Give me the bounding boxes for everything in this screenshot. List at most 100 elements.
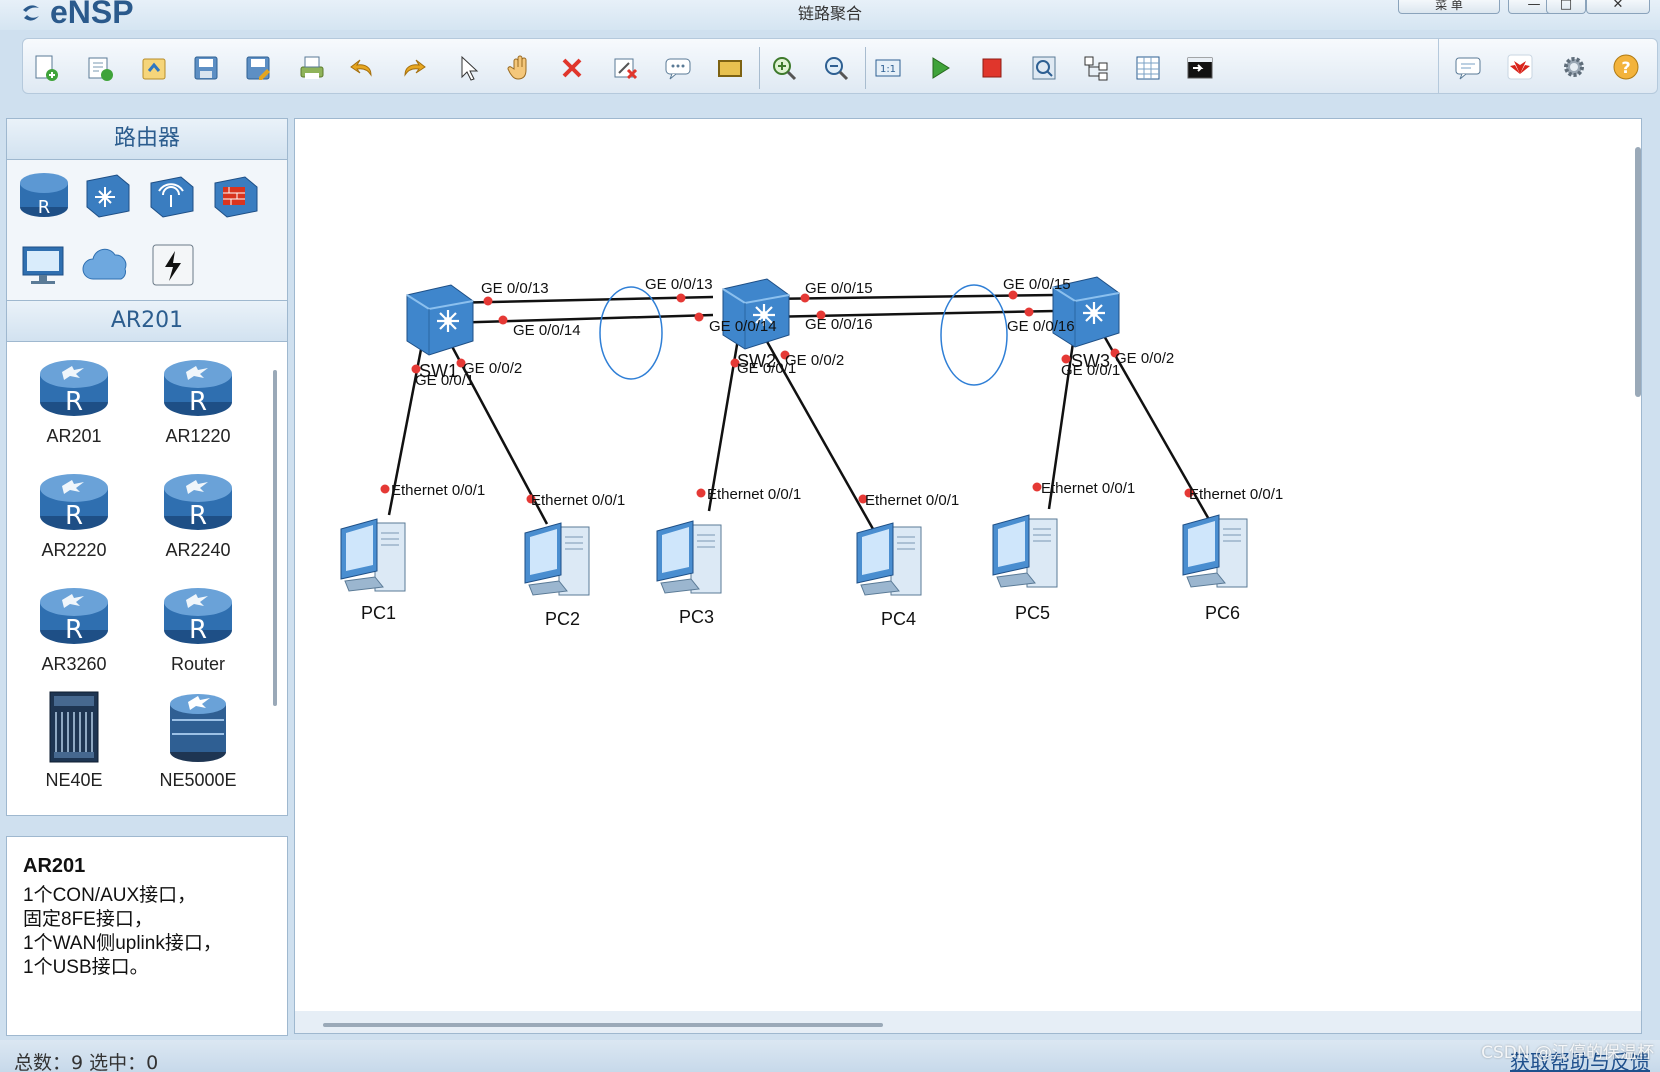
status-summary: 总数：9 选中：0 [14,1052,159,1072]
node-label: SW1 [419,361,458,381]
print-icon[interactable] [295,51,329,85]
show-grid-icon[interactable] [1131,51,1165,85]
save-icon[interactable] [189,51,223,85]
description-line: 固定8FE接口， [23,909,153,930]
zoom-out-icon[interactable] [819,51,853,85]
svg-text:R: R [38,197,51,218]
help-icon[interactable]: ? [1609,50,1643,84]
svg-text:R: R [189,387,207,417]
port-label: GE 0/0/2 [463,360,522,377]
save-as-icon[interactable] [241,51,275,85]
device-category-grid: R [6,160,288,300]
topology-tree-icon[interactable] [1079,51,1113,85]
switch-sw2[interactable] [721,277,791,351]
node-label: PC3 [679,607,714,627]
node-label: SW2 [737,351,776,371]
status-bar: 总数：9 选中：0 获取帮助与反馈 [0,1040,1660,1072]
canvas-horizontal-scrollbar[interactable] [323,1023,883,1027]
huawei-icon[interactable] [1503,50,1537,84]
svg-text:?: ? [1621,58,1630,77]
pc-pc3[interactable] [656,520,722,594]
router-icon: R [164,360,232,417]
category-header[interactable]: 路由器 [6,118,288,160]
title-bar: eNSP 链路聚合 菜 单 — □ ✕ [0,0,1660,30]
menu-button[interactable]: 菜 单 [1398,0,1500,14]
port-label: Ethernet 0/0/1 [391,482,485,499]
description-line: 1个WAN侧uplink接口， [23,933,222,954]
device-item[interactable]: R AR2240 [143,468,253,561]
device-item[interactable]: R AR3260 [19,582,129,675]
node-label: PC4 [881,609,916,629]
router-icon: R [40,588,108,645]
description-title: AR201 [23,855,86,877]
device-item[interactable]: R AR201 [19,354,129,447]
switch-sw1[interactable] [405,283,475,357]
capture-data-icon[interactable] [1027,51,1061,85]
firewall-category-icon[interactable] [207,166,265,224]
wlan-category-icon[interactable] [143,166,201,224]
select-pointer-icon[interactable] [451,51,485,85]
port-label: Ethernet 0/0/1 [1189,486,1283,503]
new-topology-icon[interactable] [29,51,63,85]
palette-rectangle-icon[interactable] [713,51,747,85]
device-item[interactable]: NE40E [19,690,129,791]
canvas-vertical-scrollbar[interactable] [1635,147,1641,397]
port-label: GE 0/0/16 [805,316,873,333]
port-label: Ethernet 0/0/1 [707,486,801,503]
eth-trunk-ellipse [940,284,1008,386]
port-label: Ethernet 0/0/1 [865,492,959,509]
topology-diagram: GE 0/0/13 GE 0/0/14 GE 0/0/13 GE 0/0/14 … [340,275,1283,629]
router-icon: R [40,474,108,531]
pc-pc2[interactable] [524,522,590,596]
port-label: GE 0/0/15 [805,280,873,297]
zoom-in-icon[interactable] [767,51,801,85]
redo-icon[interactable] [397,51,431,85]
settings-gear-icon[interactable] [1557,50,1591,84]
fit-window-icon[interactable]: 1:1 [871,51,905,85]
svg-text:R: R [189,615,207,645]
new-example-icon[interactable] [83,51,117,85]
eth-trunk-ellipse [599,286,663,380]
device-item[interactable]: NE5000E [143,690,253,791]
router-category-icon[interactable]: R [15,166,73,224]
node-label: PC6 [1205,603,1240,623]
close-button[interactable]: ✕ [1586,0,1650,14]
device-item[interactable]: R AR2220 [19,468,129,561]
delete-connections-icon[interactable] [609,51,643,85]
port-label: Ethernet 0/0/1 [1041,480,1135,497]
switch-category-icon[interactable] [79,166,137,224]
pc-category-icon[interactable] [15,236,73,294]
stop-device-icon[interactable] [975,51,1009,85]
open-icon[interactable] [137,51,171,85]
node-label: SW3 [1071,351,1110,371]
delete-icon[interactable] [555,51,589,85]
forum-icon[interactable] [1451,50,1485,84]
port-label: GE 0/0/14 [709,318,777,335]
text-note-icon[interactable] [661,51,695,85]
watermark: CSDN @江停的保温杯 [1481,1043,1654,1063]
maximize-button[interactable]: □ [1546,0,1586,14]
topology-canvas[interactable]: GE 0/0/13 GE 0/0/14 GE 0/0/13 GE 0/0/14 … [295,119,1641,1011]
topology-workspace: GE 0/0/13 GE 0/0/14 GE 0/0/13 GE 0/0/14 … [294,118,1642,1034]
subcategory-header: AR201 [6,300,288,342]
cloud-category-icon[interactable] [79,236,137,294]
device-item[interactable]: R Router [143,582,253,675]
device-item[interactable]: R AR1220 [143,354,253,447]
start-device-icon[interactable] [923,51,957,85]
connection-category-icon[interactable] [143,236,201,294]
port-label: Ethernet 0/0/1 [531,492,625,509]
device-list-scrollbar[interactable] [273,370,277,706]
pan-hand-icon[interactable] [503,51,537,85]
pc-pc4[interactable] [856,522,922,596]
svg-text:R: R [65,501,83,531]
pc-pc5[interactable] [992,514,1058,588]
port-label: GE 0/0/13 [481,280,549,297]
device-list: R AR201 R AR1220 R AR2220 R AR2240 R AR3… [6,342,288,816]
pc-pc6[interactable] [1182,514,1248,588]
command-line-icon[interactable] [1183,51,1217,85]
pc-pc1[interactable] [340,518,406,592]
svg-text:R: R [65,387,83,417]
description-line: 1个USB接口。 [23,957,149,978]
undo-icon[interactable] [345,51,379,85]
port-label: GE 0/0/2 [785,352,844,369]
